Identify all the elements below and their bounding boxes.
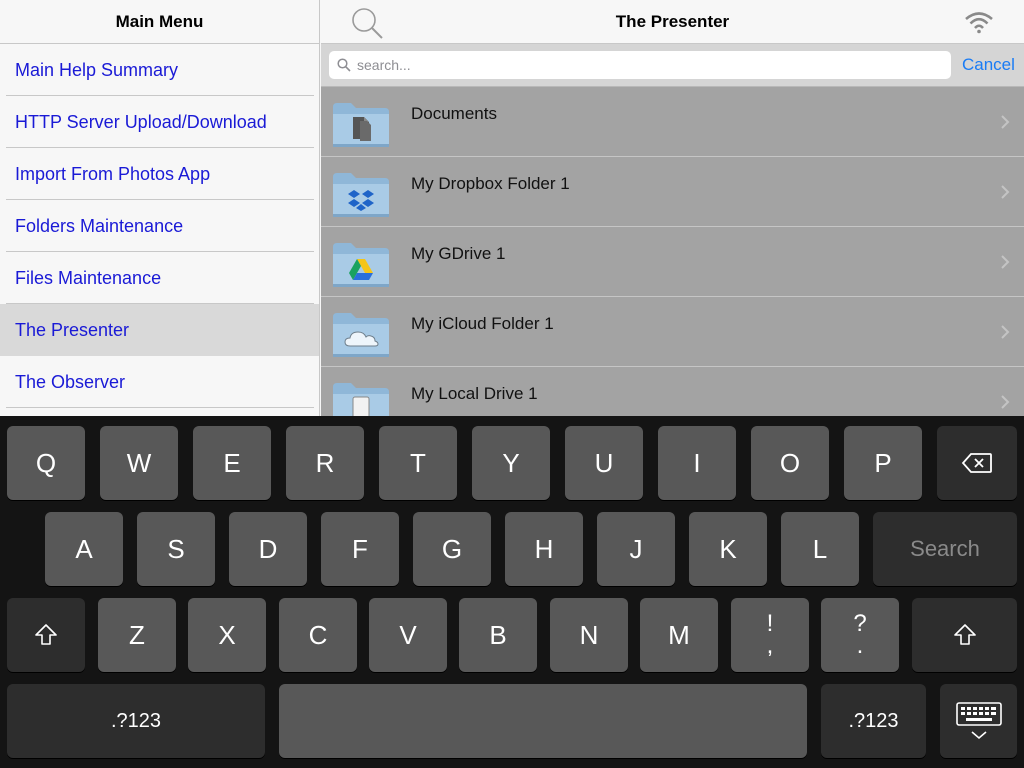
keyboard-dismiss-icon: [955, 702, 1002, 740]
search-bar: Cancel: [321, 44, 1024, 87]
dropbox-folder-icon: [333, 173, 389, 217]
key-d[interactable]: D: [229, 512, 307, 586]
key-b[interactable]: B: [459, 598, 537, 672]
file-name: My iCloud Folder 1: [411, 314, 554, 333]
menu-item-http-server[interactable]: HTTP Server Upload/Download: [0, 96, 319, 148]
main-menu-pane: Main Menu Main Help Summary HTTP Server …: [0, 0, 320, 416]
key-x[interactable]: X: [188, 598, 266, 672]
key-s[interactable]: S: [137, 512, 215, 586]
key-k[interactable]: K: [689, 512, 767, 586]
gdrive-folder-icon: [333, 243, 389, 287]
menu-item-the-presenter[interactable]: The Presenter: [0, 304, 319, 356]
key-w[interactable]: W: [100, 426, 178, 500]
key-r[interactable]: R: [286, 426, 364, 500]
chevron-right-icon: [1001, 325, 1010, 339]
presenter-header: The Presenter: [321, 0, 1024, 44]
key-u[interactable]: U: [565, 426, 643, 500]
key-z[interactable]: Z: [98, 598, 176, 672]
key-i[interactable]: I: [658, 426, 736, 500]
key-h[interactable]: H: [505, 512, 583, 586]
search-icon: [337, 58, 351, 72]
documents-folder-icon: [333, 103, 389, 147]
main-menu-title: Main Menu: [115, 11, 204, 31]
key-v[interactable]: V: [369, 598, 447, 672]
numbers-key-left[interactable]: .?123: [7, 684, 265, 758]
magnifier-icon[interactable]: [349, 5, 385, 41]
search-key[interactable]: Search: [873, 512, 1017, 586]
key-e[interactable]: E: [193, 426, 271, 500]
key-g[interactable]: G: [413, 512, 491, 586]
key-m[interactable]: M: [640, 598, 718, 672]
key-l[interactable]: L: [781, 512, 859, 586]
file-name: My GDrive 1: [411, 244, 506, 263]
menu-item-files-maintenance[interactable]: Files Maintenance: [0, 252, 319, 304]
file-name: My Dropbox Folder 1: [411, 174, 570, 193]
shift-key-left[interactable]: [7, 598, 85, 672]
file-row-icloud[interactable]: My iCloud Folder 1: [321, 297, 1024, 367]
search-box: [329, 51, 951, 79]
menu-item-import-photos[interactable]: Import From Photos App: [0, 148, 319, 200]
key-c[interactable]: C: [279, 598, 357, 672]
dismiss-keyboard-key[interactable]: [940, 684, 1017, 758]
presenter-title: The Presenter: [615, 11, 730, 31]
key-n[interactable]: N: [550, 598, 628, 672]
menu-item-main-help-summary[interactable]: Main Help Summary: [0, 44, 319, 96]
key-o[interactable]: O: [751, 426, 829, 500]
app-window: Main Menu Main Help Summary HTTP Server …: [0, 0, 1024, 768]
space-key[interactable]: [279, 684, 807, 758]
key-j[interactable]: J: [597, 512, 675, 586]
search-input[interactable]: [329, 51, 951, 79]
file-row-documents[interactable]: Documents: [321, 87, 1024, 157]
key-y[interactable]: Y: [472, 426, 550, 500]
chevron-right-icon: [1001, 185, 1010, 199]
key-a[interactable]: A: [45, 512, 123, 586]
backspace-key[interactable]: [937, 426, 1017, 500]
file-row-dropbox[interactable]: My Dropbox Folder 1: [321, 157, 1024, 227]
key-p[interactable]: P: [844, 426, 922, 500]
key-bottom-char: .: [856, 632, 864, 659]
presenter-pane: The Presenter Cancel: [321, 0, 1024, 416]
shift-key-right[interactable]: [912, 598, 1017, 672]
file-name: My Local Drive 1: [411, 384, 538, 403]
key-q[interactable]: Q: [7, 426, 85, 500]
key-exclaim-comma[interactable]: ! ,: [731, 598, 809, 672]
file-name: Documents: [411, 104, 497, 123]
menu-item-the-observer[interactable]: The Observer: [0, 356, 319, 408]
cancel-button[interactable]: Cancel: [962, 55, 1015, 75]
shift-icon: [35, 624, 57, 645]
key-question-period[interactable]: ? .: [821, 598, 899, 672]
file-row-gdrive[interactable]: My GDrive 1: [321, 227, 1024, 297]
wifi-icon: [965, 12, 993, 34]
chevron-right-icon: [1001, 255, 1010, 269]
menu-item-folders-maintenance[interactable]: Folders Maintenance: [0, 200, 319, 252]
main-menu-header: Main Menu: [0, 0, 319, 44]
backspace-icon: [961, 453, 992, 473]
file-row-local-drive[interactable]: My Local Drive 1: [321, 367, 1024, 416]
key-bottom-char: ,: [766, 632, 774, 659]
chevron-right-icon: [1001, 115, 1010, 129]
local-drive-folder-icon: [333, 383, 389, 416]
shift-icon: [953, 624, 976, 645]
key-f[interactable]: F: [321, 512, 399, 586]
numbers-key-right[interactable]: .?123: [821, 684, 926, 758]
chevron-right-icon: [1001, 395, 1010, 409]
key-t[interactable]: T: [379, 426, 457, 500]
on-screen-keyboard: Q W E R T Y U I O P A S D F G H J K L Se…: [0, 416, 1024, 768]
icloud-folder-icon: [333, 313, 389, 357]
